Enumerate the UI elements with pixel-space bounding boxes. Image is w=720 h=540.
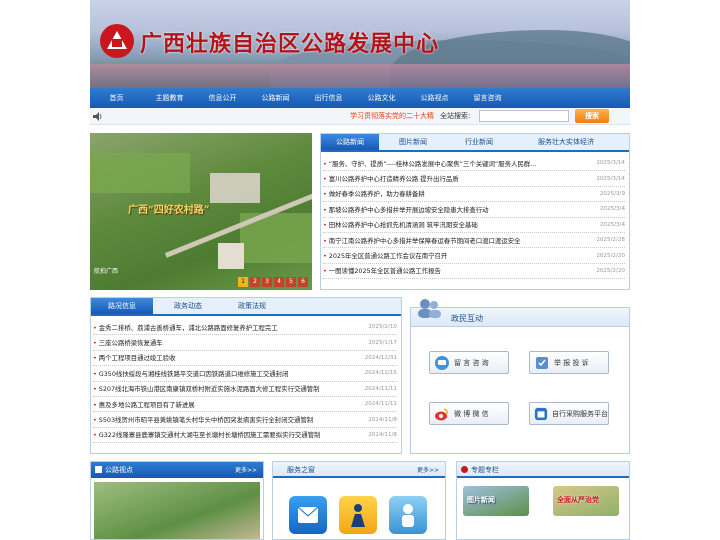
interaction-header: 政民互动 <box>410 307 630 327</box>
list-item[interactable]: 三座公路桥梁恢复通车2025/1/17 <box>93 335 397 351</box>
list-item[interactable]: 惠及多地公路工程项目有了新进展2024/11/11 <box>93 397 397 413</box>
bullet-icon <box>461 466 468 473</box>
nav-item-home[interactable]: 首页 <box>90 88 143 108</box>
list-item[interactable]: 那坡公路养护中心多措并举开展边坡安全隐患大排查行动2025/3/4 <box>323 202 625 218</box>
site-banner: 广西壮族自治区公路发展中心 <box>90 0 630 88</box>
road-view-title: 公路视点 <box>105 466 133 474</box>
news-panel: 公路新闻 图片新闻 行业新闻 服务壮大实体经济 “服务、守护、提质”----桂林… <box>320 133 630 290</box>
speaker-icon <box>93 112 102 121</box>
traffic-panel: 路况信息 政务动态 政策法规 金秀二排桥、荔浦古善桥通车，浦北公路路面修复养护工… <box>90 297 402 454</box>
road-view-photo[interactable] <box>94 482 260 539</box>
list-item[interactable]: S207线北海市铁山港区南康镇双桥村附近实施水泥路面大修工程实行交通管制2024… <box>93 382 397 397</box>
person-service-icon[interactable] <box>339 496 377 534</box>
nav-item-travel-info[interactable]: 出行信息 <box>302 88 355 108</box>
tab-economy[interactable]: 服务壮大实体经济 <box>511 134 621 150</box>
pager-button[interactable]: 4 <box>274 277 284 287</box>
hero-slogan: 广西“四好农村路” <box>128 205 210 216</box>
service-more-link[interactable]: 更多>> <box>417 465 439 474</box>
list-item[interactable]: 南宁江南公路养护中心多措并举保障春运春节期间老口渡口渡运安全2025/2/28 <box>323 233 625 249</box>
special-photo-news[interactable]: 图片新闻 <box>463 486 529 516</box>
announcement-marquee[interactable]: 学习贯彻落实党的二十大精 <box>350 111 434 121</box>
report-icon <box>536 356 548 369</box>
list-item[interactable]: 田林公路养护中心抢抓先机清涵洞 筑牢汛期安全基础2025/3/4 <box>323 218 625 233</box>
search-label: 全站搜索: <box>440 112 471 120</box>
list-item[interactable]: S503线贺州市昭平县黄姚镇笔头村华头中桥因突发病害实行全封闭交通管制2024/… <box>93 412 397 428</box>
tab-policies[interactable]: 政策法规 <box>223 298 281 314</box>
search-input[interactable] <box>479 110 569 122</box>
list-item[interactable]: G322线隆寨县鹿寨镇交通村大湖屯至长塘村长塘桥因施工需要拟实行交通管制2024… <box>93 428 397 444</box>
news-list: “服务、守护、提质”----桂林公路发展中心聚焦“三个关键词”服务人民群...2… <box>323 156 625 280</box>
site-title: 广西壮族自治区公路发展中心 <box>140 31 440 57</box>
special-panel: 专题专栏 图片新闻 全面从严治党 <box>456 461 630 540</box>
interaction-title: 政民互动 <box>451 314 483 323</box>
people-icon <box>418 299 441 318</box>
announcement-bar: 学习贯彻落实党的二十大精 全站搜索: 搜索 <box>90 108 630 125</box>
nav-item-message[interactable]: 留言咨询 <box>461 88 514 108</box>
tab-photo-news[interactable]: 图片新闻 <box>379 134 447 150</box>
search-button[interactable]: 搜索 <box>575 109 609 123</box>
site-logo-icon[interactable] <box>100 24 134 58</box>
report-complaint-button[interactable]: 举 报 投 诉 <box>529 351 609 374</box>
page: 广西壮族自治区公路发展中心 首页 主题教育 信息公开 公路新闻 出行信息 公路文… <box>90 0 630 540</box>
nav-item-theme-education[interactable]: 主题教育 <box>143 88 196 108</box>
procurement-platform-button[interactable]: 自行采购服务平台 <box>529 402 609 425</box>
weibo-icon <box>435 407 448 420</box>
nav-item-road-view[interactable]: 公路视点 <box>408 88 461 108</box>
special-title: 专题专栏 <box>471 466 499 474</box>
weibo-wechat-button[interactable]: 微 博 微 信 <box>429 402 509 425</box>
main-nav: 首页 主题教育 信息公开 公路新闻 出行信息 公路文化 公路视点 留言咨询 <box>90 88 630 108</box>
list-item[interactable]: 两个工程项目通过竣工验收2024/12/31 <box>93 351 397 367</box>
road-view-more-link[interactable]: 更多>> <box>235 465 257 474</box>
special-party-discipline[interactable]: 全面从严治党 <box>553 486 619 516</box>
pager-button[interactable]: 5 <box>286 277 296 287</box>
list-item[interactable]: 做好春季公路养护，助力春耕备耕2025/3/9 <box>323 187 625 203</box>
interaction-panel: 政民互动 留 言 咨 询 举 报 投 诉 微 博 微 信 自行采购服务平台 <box>410 297 630 454</box>
tab-gov-news[interactable]: 政务动态 <box>153 298 223 314</box>
hero-slideshow[interactable]: 广西“四好农村路” 航拍广西 1 2 3 4 5 6 <box>90 133 312 290</box>
tab-industry-news[interactable]: 行业新闻 <box>447 134 511 150</box>
traffic-tabs: 路况信息 政务动态 政策法规 <box>91 298 401 316</box>
list-item[interactable]: 一图读懂2025年全区普通公路工作报告2025/2/20 <box>323 264 625 280</box>
traffic-list: 金秀二排桥、荔浦古善桥通车，浦北公路路面修复养护工程完工2025/2/10 三座… <box>93 320 397 444</box>
hero-caption: 航拍广西 <box>94 268 119 275</box>
procurement-icon <box>534 407 548 420</box>
tab-road-conditions[interactable]: 路况信息 <box>91 298 153 314</box>
message-icon <box>435 355 449 370</box>
message-consult-button[interactable]: 留 言 咨 询 <box>429 351 509 374</box>
nav-item-road-news[interactable]: 公路新闻 <box>249 88 302 108</box>
list-item[interactable]: 2025年全区普通公路工作会议在南宁召开2025/2/20 <box>323 248 625 264</box>
mail-service-icon[interactable] <box>289 496 327 534</box>
pager-button[interactable]: 2 <box>250 277 260 287</box>
pager-button[interactable]: 1 <box>238 277 248 287</box>
slideshow-pager: 1 2 3 4 5 6 <box>238 277 308 287</box>
nav-item-info-disclosure[interactable]: 信息公开 <box>196 88 249 108</box>
pager-button[interactable]: 3 <box>262 277 272 287</box>
nav-item-road-culture[interactable]: 公路文化 <box>355 88 408 108</box>
news-tabs: 公路新闻 图片新闻 行业新闻 服务壮大实体经济 <box>321 134 629 152</box>
tab-road-news[interactable]: 公路新闻 <box>321 134 379 150</box>
road-view-panel: 公路视点 更多>> <box>90 461 264 540</box>
inspector-service-icon[interactable] <box>389 496 427 534</box>
pager-button[interactable]: 6 <box>298 277 308 287</box>
list-item[interactable]: “服务、守护、提质”----桂林公路发展中心聚焦“三个关键词”服务人民群...2… <box>323 156 625 172</box>
list-item[interactable]: G350线扶绥段与湘桂线铁路平交道口因铁路道口维修施工交通封闭2024/12/1… <box>93 366 397 382</box>
service-panel: 服务之窗 更多>> <box>272 461 446 540</box>
bullet-icon <box>95 466 102 473</box>
service-title: 服务之窗 <box>287 466 315 474</box>
list-item[interactable]: 金秀二排桥、荔浦古善桥通车，浦北公路路面修复养护工程完工2025/2/10 <box>93 320 397 336</box>
list-item[interactable]: 富川公路养护中心打造精养公路 提升出行品质2025/3/14 <box>323 171 625 187</box>
